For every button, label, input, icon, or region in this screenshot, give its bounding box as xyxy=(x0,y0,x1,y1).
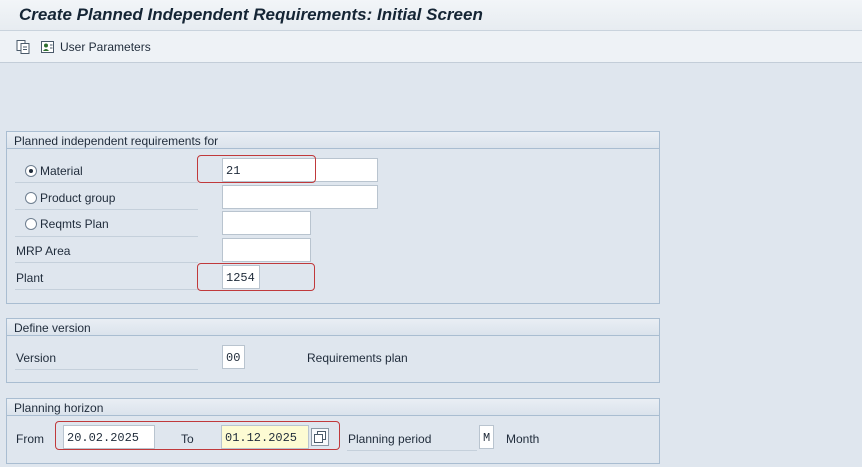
planning-period-label: Planning period xyxy=(348,432,432,446)
application-toolbar: User Parameters xyxy=(0,31,862,63)
group-title: Planned independent requirements for xyxy=(14,134,219,148)
mrp-area-label: MRP Area xyxy=(16,244,71,258)
divider xyxy=(15,369,198,370)
divider xyxy=(15,182,198,183)
page-title: Create Planned Independent Requirements:… xyxy=(19,5,483,24)
copy-icon[interactable] xyxy=(15,39,31,55)
define-version-group: Define version Version 00 Requirements p… xyxy=(6,318,660,383)
product-group-label: Product group xyxy=(40,191,116,205)
from-label: From xyxy=(16,432,44,446)
version-input[interactable]: 00 xyxy=(222,345,245,369)
plant-label: Plant xyxy=(16,271,44,285)
main-content: Planned independent requirements for Mat… xyxy=(0,64,862,467)
requirements-for-group: Planned independent requirements for Mat… xyxy=(6,131,660,304)
reqmts-plan-radio[interactable] xyxy=(25,218,37,230)
highlight-box xyxy=(197,263,315,291)
reqmts-plan-label: Reqmts Plan xyxy=(40,217,109,231)
planning-period-description: Month xyxy=(506,432,540,446)
mrp-area-input[interactable] xyxy=(222,238,311,262)
version-label: Version xyxy=(16,351,57,365)
divider xyxy=(15,289,198,290)
divider xyxy=(15,236,198,237)
highlight-box xyxy=(55,421,340,450)
user-parameters-icon[interactable] xyxy=(40,39,56,55)
divider xyxy=(15,262,198,263)
version-description: Requirements plan xyxy=(307,351,408,365)
group-header: Define version xyxy=(7,319,659,336)
reqmts-plan-input[interactable] xyxy=(222,211,311,235)
group-title: Planning horizon xyxy=(14,401,104,415)
material-label: Material xyxy=(40,164,83,178)
product-group-radio[interactable] xyxy=(25,192,37,204)
planning-horizon-group: Planning horizon From 20.02.2025 To 01.1… xyxy=(6,398,660,464)
user-parameters-button[interactable]: User Parameters xyxy=(60,40,151,54)
material-radio[interactable] xyxy=(25,165,37,177)
title-bar: Create Planned Independent Requirements:… xyxy=(0,0,862,31)
planning-period-input[interactable]: M xyxy=(479,425,494,449)
group-header: Planned independent requirements for xyxy=(7,132,659,149)
divider xyxy=(15,209,198,210)
product-group-input[interactable] xyxy=(222,185,378,209)
highlight-box xyxy=(197,155,316,183)
divider xyxy=(347,450,477,451)
group-title: Define version xyxy=(14,321,91,335)
group-header: Planning horizon xyxy=(7,399,659,416)
